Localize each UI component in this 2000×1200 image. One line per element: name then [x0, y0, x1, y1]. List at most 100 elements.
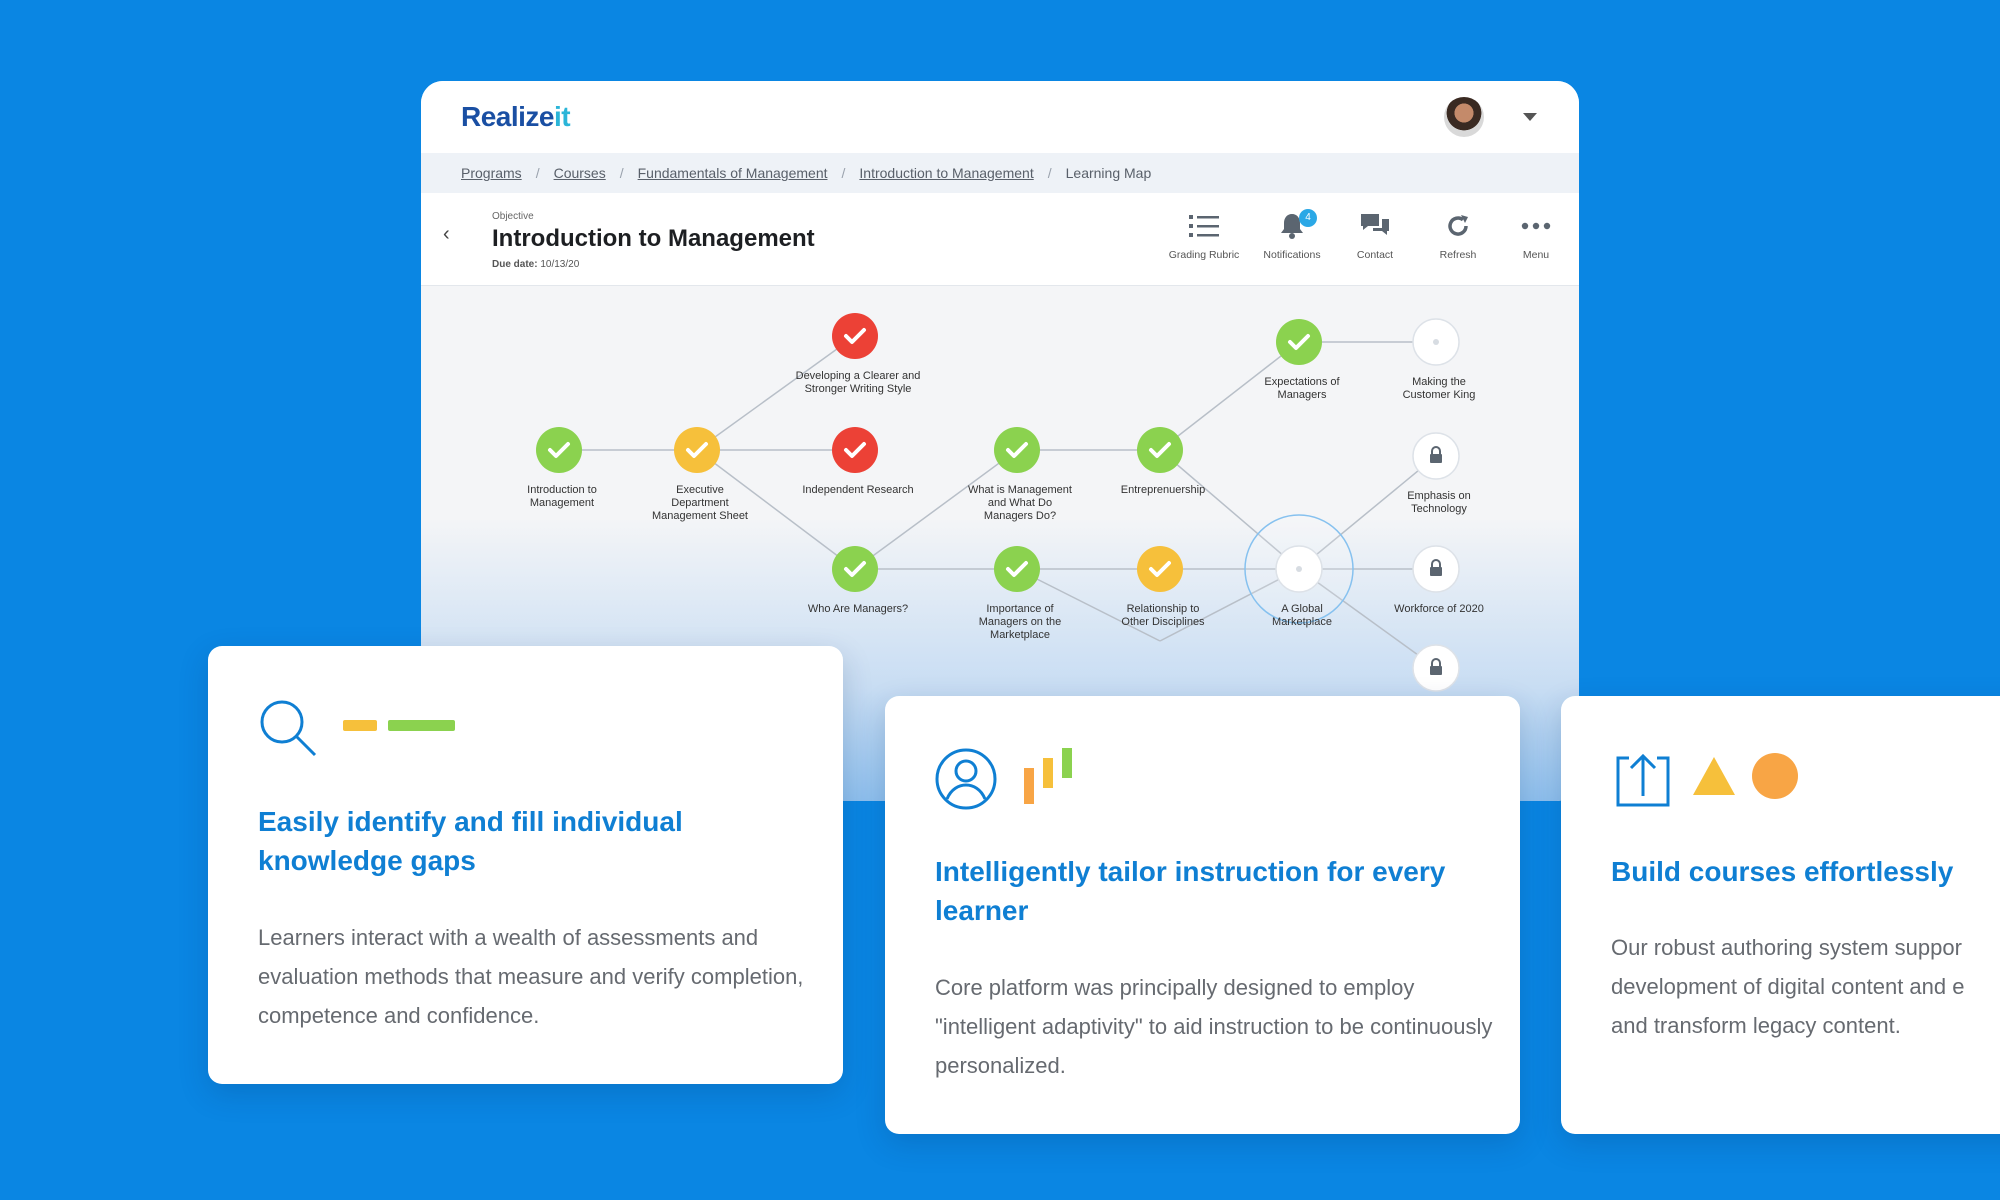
map-node-n3[interactable]: Developing a Clearer andStronger Writing… [796, 313, 921, 395]
map-node-circle [1276, 319, 1322, 365]
map-node-label: Marketplace [1272, 616, 1332, 628]
notifications-label: Notifications [1263, 249, 1321, 261]
map-node-label: Executive [676, 484, 724, 496]
map-node-circle [536, 427, 582, 473]
breadcrumb-current: Learning Map [1065, 165, 1152, 181]
map-node-circle [832, 427, 878, 473]
card-title: Easily identify and fill individual know… [258, 806, 683, 876]
magnifier-icon [260, 700, 317, 757]
card-title: Intelligently tailor instruction for eve… [935, 856, 1446, 926]
bar-chart-icon [1024, 748, 1072, 804]
logo-text: Realize [461, 101, 555, 132]
objective-label: Objective [492, 211, 534, 222]
map-node-label: Managers Do? [984, 510, 1056, 522]
map-node-n1[interactable]: Introduction toManagement [527, 427, 597, 509]
map-node-label: Independent Research [802, 484, 913, 496]
logo-suffix: it [554, 101, 571, 132]
back-chevron-icon[interactable]: ‹ [443, 223, 450, 246]
chevron-down-icon[interactable] [1523, 113, 1537, 121]
card-body-line: and transform legacy content. [1611, 1013, 1901, 1038]
map-node-label: and What Do [988, 497, 1052, 509]
map-node-label: Management Sheet [652, 510, 748, 522]
map-node-circle [1137, 427, 1183, 473]
map-node-circle [832, 313, 878, 359]
map-node-n2[interactable]: ExecutiveDepartmentManagement Sheet [652, 427, 748, 522]
breadcrumb-separator: / [619, 165, 624, 181]
refresh-label: Refresh [1439, 249, 1477, 261]
map-node-label: What is Management [968, 484, 1072, 496]
map-node-n9[interactable]: Relationship toOther Disciplines [1121, 546, 1205, 628]
card-title: Build courses effortlessly [1611, 856, 1954, 887]
chat-icon [1330, 209, 1420, 243]
breadcrumb-fundamentals[interactable]: Fundamentals of Management [638, 165, 828, 181]
map-node-label: Management [530, 497, 594, 509]
due-date: Due date: 10/13/20 [492, 259, 579, 270]
map-node-label: Emphasis on [1407, 490, 1471, 502]
breadcrumb-courses[interactable]: Courses [554, 165, 606, 181]
feature-card-knowledge-gaps: Easily identify and fill individual know… [208, 646, 843, 1084]
breadcrumb-separator: / [841, 165, 846, 181]
app-header: Realizeit [421, 81, 1579, 153]
map-node-label: Other Disciplines [1121, 616, 1205, 628]
map-node-label: Managers [1278, 389, 1327, 401]
realizeit-logo[interactable]: Realizeit [461, 101, 571, 133]
objective-header: ‹ Objective Introduction to Management D… [421, 193, 1579, 286]
map-node-label: Entreprenuership [1121, 484, 1205, 496]
map-node-n13[interactable]: Emphasis onTechnology [1407, 432, 1471, 515]
map-node-circle [1137, 546, 1183, 592]
refresh-button[interactable]: Refresh [1413, 209, 1503, 261]
map-node-circle [994, 427, 1040, 473]
map-node-n5[interactable]: Who Are Managers? [808, 546, 908, 615]
green-bar-icon [388, 720, 455, 731]
contact-button[interactable]: Contact [1330, 209, 1420, 261]
user-profile-icon [935, 748, 997, 810]
triangle-icon [1693, 757, 1735, 795]
card-body-line: Our robust authoring system suppor [1611, 935, 1962, 960]
map-node-label: Marketplace [990, 629, 1050, 641]
grading-rubric-button[interactable]: Grading Rubric [1159, 209, 1249, 261]
notifications-badge: 4 [1299, 209, 1317, 227]
menu-label: Menu [1522, 249, 1550, 261]
breadcrumb-programs[interactable]: Programs [461, 165, 522, 181]
due-date-value: 10/13/20 [540, 259, 580, 270]
breadcrumb-separator: / [1047, 165, 1052, 181]
card-body: Core platform was principally designed t… [935, 975, 1493, 1078]
upload-icon [1616, 753, 1670, 807]
map-node-label: Who Are Managers? [808, 603, 908, 615]
due-date-label: Due date: [492, 259, 538, 270]
map-node-n7[interactable]: Importance ofManagers on theMarketplace [979, 546, 1062, 641]
map-node-circle [994, 546, 1040, 592]
map-node-label: Importance of [986, 603, 1054, 615]
map-node-label: Managers on the [979, 616, 1062, 628]
circle-icon [1752, 753, 1798, 799]
page-title: Introduction to Management [492, 225, 815, 252]
breadcrumb: Programs / Courses / Fundamentals of Man… [421, 153, 1579, 193]
map-node-label: Workforce of 2020 [1394, 603, 1484, 615]
refresh-icon [1413, 209, 1503, 243]
map-node-label: Making the [1412, 376, 1466, 388]
card-body: Learners interact with a wealth of asses… [258, 925, 804, 1028]
map-node-label: Technology [1411, 503, 1467, 515]
map-node-n8[interactable]: Entreprenuership [1121, 427, 1205, 496]
card-body-line: development of digital content and e [1611, 974, 1965, 999]
contact-label: Contact [1356, 249, 1394, 261]
map-node-n4[interactable]: Independent Research [802, 427, 914, 496]
empty-dot-icon [1433, 339, 1439, 345]
card-body: Our robust authoring system suppor devel… [1611, 928, 1964, 1045]
grading-rubric-label: Grading Rubric [1168, 249, 1240, 261]
map-node-label: Introduction to [527, 484, 597, 496]
avatar[interactable] [1444, 97, 1484, 137]
map-node-n14[interactable]: Workforce of 2020 [1394, 545, 1484, 615]
bell-icon: 4 [1247, 209, 1337, 243]
map-node-n12[interactable]: Making theCustomer King [1403, 318, 1476, 401]
map-node-locked-extra[interactable] [1412, 644, 1460, 692]
more-dots-icon [1491, 209, 1579, 243]
notifications-button[interactable]: 4 Notifications [1247, 209, 1337, 261]
breadcrumb-introduction[interactable]: Introduction to Management [859, 165, 1033, 181]
map-node-label: Customer King [1403, 389, 1476, 401]
map-node-label: Relationship to [1127, 603, 1200, 615]
map-node-label: Stronger Writing Style [805, 383, 912, 395]
feature-card-tailor-instruction: Intelligently tailor instruction for eve… [885, 696, 1520, 1134]
menu-button[interactable]: Menu [1491, 209, 1579, 261]
map-node-circle [674, 427, 720, 473]
